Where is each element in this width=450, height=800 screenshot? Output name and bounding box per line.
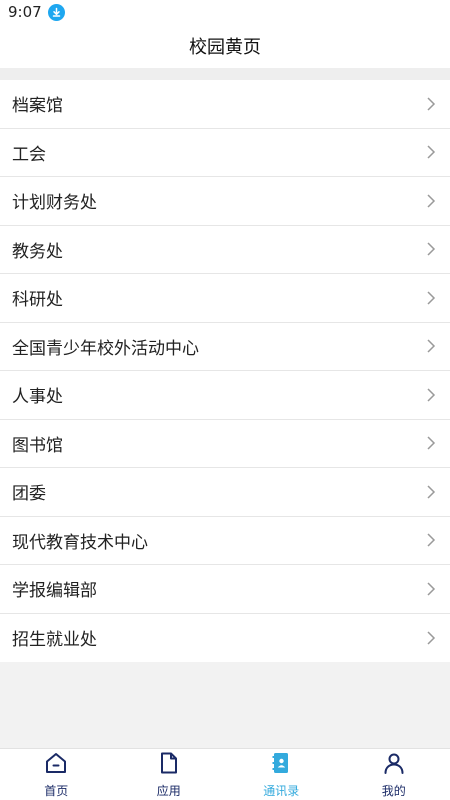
chevron-right-icon	[426, 387, 438, 403]
contacts-book-icon	[269, 751, 293, 779]
list-item-label: 科研处	[12, 290, 63, 311]
chevron-right-icon	[426, 581, 438, 597]
nav-item-contacts[interactable]: 通讯录	[225, 749, 338, 800]
list-item[interactable]: 学报编辑部	[0, 565, 450, 614]
list-item[interactable]: 档案馆	[0, 80, 450, 129]
chevron-right-icon	[426, 532, 438, 548]
chevron-right-icon	[426, 241, 438, 257]
chevron-right-icon	[426, 484, 438, 500]
list-item-label: 人事处	[12, 387, 63, 408]
list-item[interactable]: 现代教育技术中心	[0, 516, 450, 565]
nav-label-contacts: 通讯录	[263, 783, 300, 798]
chevron-right-icon	[426, 193, 438, 209]
status-bar: 9:07	[0, 0, 450, 24]
nav-label-home: 首页	[44, 783, 69, 798]
list-item[interactable]: 全国青少年校外活动中心	[0, 322, 450, 371]
list-item-label: 现代教育技术中心	[12, 532, 148, 553]
directory-list: 档案馆 工会 计划财务处 教务处 科研处 全国青少年校外活动中心 人事处 图书馆…	[0, 80, 450, 662]
list-item-label: 档案馆	[12, 96, 63, 117]
nav-item-apps[interactable]: 应用	[113, 749, 226, 800]
list-item-label: 教务处	[12, 241, 63, 262]
list-item-label: 图书馆	[12, 435, 63, 456]
list-item[interactable]: 人事处	[0, 371, 450, 420]
list-item[interactable]: 图书馆	[0, 419, 450, 468]
list-item[interactable]: 科研处	[0, 274, 450, 323]
nav-item-home[interactable]: 首页	[0, 749, 113, 800]
list-item[interactable]: 教务处	[0, 225, 450, 274]
list-item-label: 工会	[12, 144, 46, 165]
chevron-right-icon	[426, 144, 438, 160]
list-item-label: 全国青少年校外活动中心	[12, 338, 199, 359]
list-item-label: 计划财务处	[12, 193, 97, 214]
list-item-label: 学报编辑部	[12, 581, 97, 602]
chevron-right-icon	[426, 435, 438, 451]
page-title-bar: 校园黄页	[0, 24, 450, 68]
chevron-right-icon	[426, 290, 438, 306]
bottom-nav: 首页 应用 通讯录 我的	[0, 748, 450, 800]
section-gap	[0, 68, 450, 80]
nav-label-profile: 我的	[381, 783, 406, 798]
list-item[interactable]: 计划财务处	[0, 177, 450, 226]
document-icon	[157, 751, 181, 779]
chevron-right-icon	[426, 338, 438, 354]
list-item[interactable]: 工会	[0, 128, 450, 177]
user-icon	[382, 751, 406, 779]
status-time: 9:07	[8, 3, 42, 21]
chevron-right-icon	[426, 630, 438, 646]
list-item[interactable]: 招生就业处	[0, 613, 450, 662]
page-title: 校园黄页	[189, 37, 261, 58]
nav-label-apps: 应用	[156, 783, 181, 798]
list-item[interactable]: 团委	[0, 468, 450, 517]
nav-item-profile[interactable]: 我的	[338, 749, 450, 800]
chevron-right-icon	[426, 96, 438, 112]
download-icon	[47, 3, 65, 21]
list-item-label: 团委	[12, 484, 46, 505]
list-item-label: 招生就业处	[12, 630, 97, 651]
home-icon	[44, 751, 68, 779]
